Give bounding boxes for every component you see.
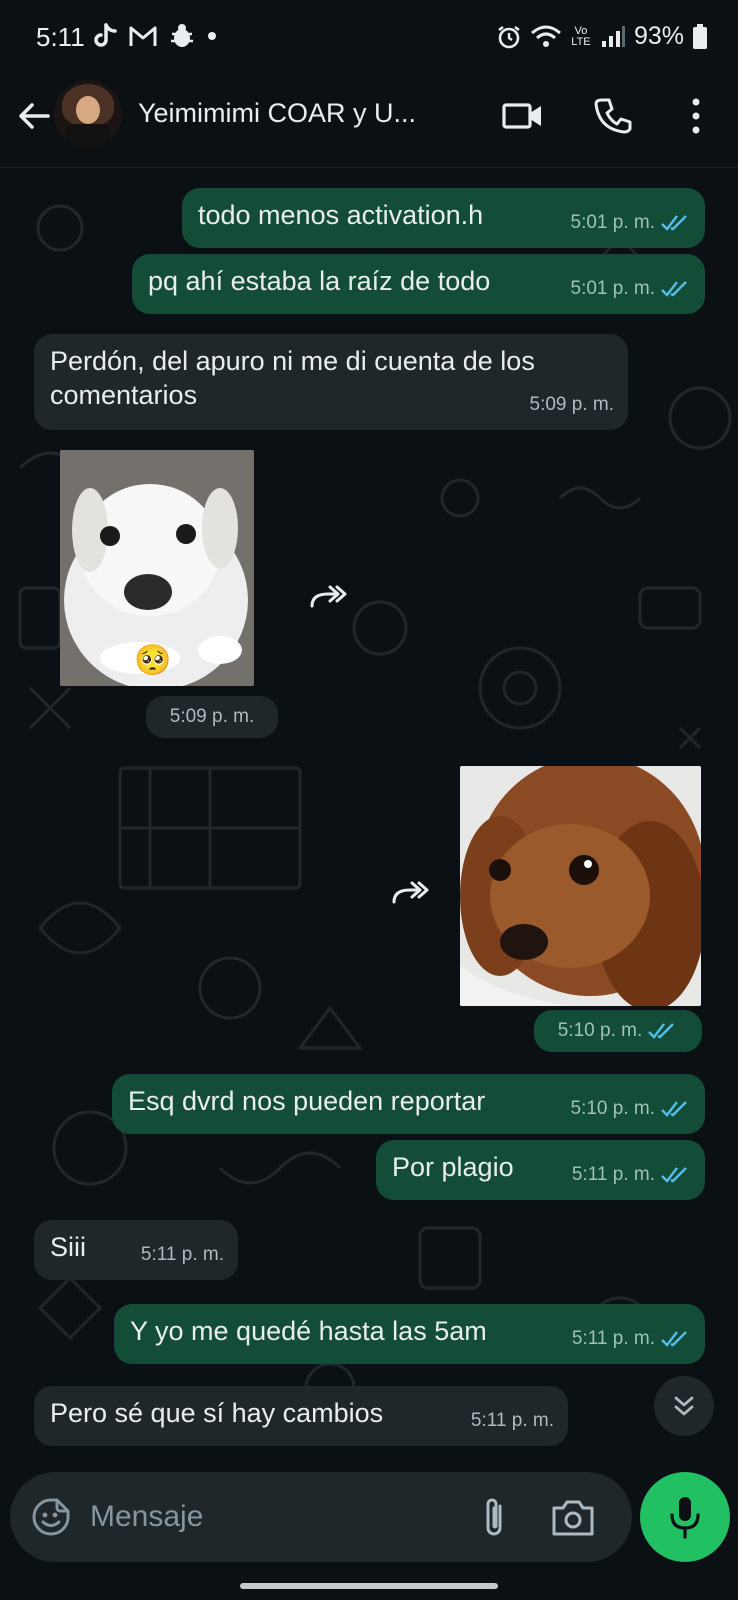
message-time: 5:11 p. m.: [571, 1328, 655, 1349]
attach-icon[interactable]: [472, 1494, 516, 1540]
forward-button[interactable]: [300, 568, 356, 624]
chat-title[interactable]: Yeimimimi COAR y U...: [138, 98, 416, 129]
chat-header: Yeimimimi COAR y U...: [0, 76, 738, 168]
message-image-outgoing[interactable]: [460, 766, 701, 1006]
status-time: 5:11: [36, 22, 85, 52]
read-ticks-icon: [661, 1331, 687, 1347]
read-ticks-icon: [661, 1167, 687, 1183]
bug-icon: [171, 24, 193, 47]
alarm-icon: [498, 25, 520, 48]
read-ticks-icon: [661, 281, 687, 297]
tiktok-icon: [94, 23, 117, 47]
message-composer: [10, 1472, 632, 1562]
message-image-incoming[interactable]: 🥺: [60, 450, 254, 686]
message-meta: 5:11 p. m.: [572, 1158, 691, 1192]
message-time: 5:01 p. m.: [570, 278, 656, 299]
battery-icon: [693, 23, 707, 49]
dot-icon: [208, 32, 216, 40]
message-time: 5:09 p. m.: [529, 394, 615, 415]
camera-icon[interactable]: [550, 1496, 596, 1538]
forward-icon: [392, 881, 429, 904]
message-time: 5:10 p. m.: [570, 1098, 656, 1119]
read-ticks-icon: [661, 1101, 687, 1117]
status-bar: 5:11 Vo LTE 93%: [0, 0, 738, 76]
message-bubble-outgoing[interactable]: Esq dvrd nos pueden reportar 5:10 p. m.: [112, 1074, 705, 1134]
pleading-face-emoji: 🥺: [134, 644, 172, 677]
message-bubble-incoming[interactable]: Pero sé que sí hay cambios 5:11 p. m.: [34, 1386, 568, 1446]
message-text: Perdón, del apuro ni me di cuenta de los…: [50, 346, 535, 410]
message-meta: 5:10 p. m.: [571, 1092, 692, 1126]
message-meta: 5:11 p. m.: [471, 1404, 554, 1438]
video-call-icon[interactable]: [500, 94, 544, 138]
image-time-pill: 5:10 p. m.: [534, 1010, 702, 1052]
message-time: 5:11 p. m.: [470, 1410, 554, 1431]
system-icons: Vo LTE 93%: [496, 22, 708, 51]
signal-icon: [601, 25, 625, 47]
chat-messages[interactable]: todo menos activation.h 5:01 p. m. pq ah…: [0, 168, 738, 1468]
message-bubble-incoming[interactable]: Perdón, del apuro ni me di cuenta de los…: [34, 334, 628, 430]
brown-puppy-image: [460, 766, 701, 1006]
phone-icon[interactable]: [592, 94, 636, 138]
more-vert-icon[interactable]: [674, 94, 718, 138]
message-time: 5:11 p. m.: [571, 1164, 655, 1185]
battery-percent: 93%: [633, 22, 684, 50]
contact-avatar[interactable]: [54, 80, 122, 148]
forward-icon: [310, 585, 347, 608]
scroll-to-bottom-button[interactable]: [654, 1376, 714, 1436]
volte-icon: Vo LTE: [571, 24, 591, 48]
read-ticks-icon: [648, 1023, 675, 1039]
mic-icon: [670, 1497, 700, 1539]
message-meta: 5:11 p. m.: [572, 1322, 691, 1356]
message-bubble-outgoing[interactable]: todo menos activation.h 5:01 p. m.: [182, 188, 705, 248]
message-bubble-incoming[interactable]: Siii 5:11 p. m.: [34, 1220, 238, 1280]
message-time: 5:01 p. m.: [570, 212, 656, 233]
back-arrow-icon[interactable]: [14, 96, 54, 136]
notification-icons: [92, 22, 218, 50]
gesture-home-bar[interactable]: [240, 1583, 498, 1589]
message-bubble-outgoing[interactable]: pq ahí estaba la raíz de todo 5:01 p. m.: [132, 254, 705, 314]
gmail-icon: [129, 26, 157, 46]
message-meta: 5:11 p. m.: [141, 1238, 224, 1272]
image-time-pill: 5:09 p. m.: [146, 696, 278, 738]
message-meta: 5:01 p. m.: [571, 272, 692, 306]
message-input[interactable]: [90, 1494, 450, 1540]
forward-button[interactable]: [382, 864, 438, 920]
message-meta: 5:01 p. m.: [571, 206, 692, 240]
message-time: 5:10 p. m.: [557, 1020, 643, 1041]
message-meta: 5:09 p. m.: [530, 388, 615, 422]
double-chevron-down-icon: [674, 1396, 694, 1416]
message-bubble-outgoing[interactable]: Y yo me quedé hasta las 5am 5:11 p. m.: [114, 1304, 705, 1364]
message-time: 5:11 p. m.: [140, 1244, 224, 1265]
emoji-icon[interactable]: [30, 1496, 72, 1538]
message-bubble-outgoing[interactable]: Por plagio 5:11 p. m.: [376, 1140, 705, 1200]
mic-button[interactable]: [640, 1472, 730, 1562]
read-ticks-icon: [661, 215, 687, 231]
message-time: 5:09 p. m.: [169, 706, 255, 727]
wifi-icon: [530, 25, 561, 47]
